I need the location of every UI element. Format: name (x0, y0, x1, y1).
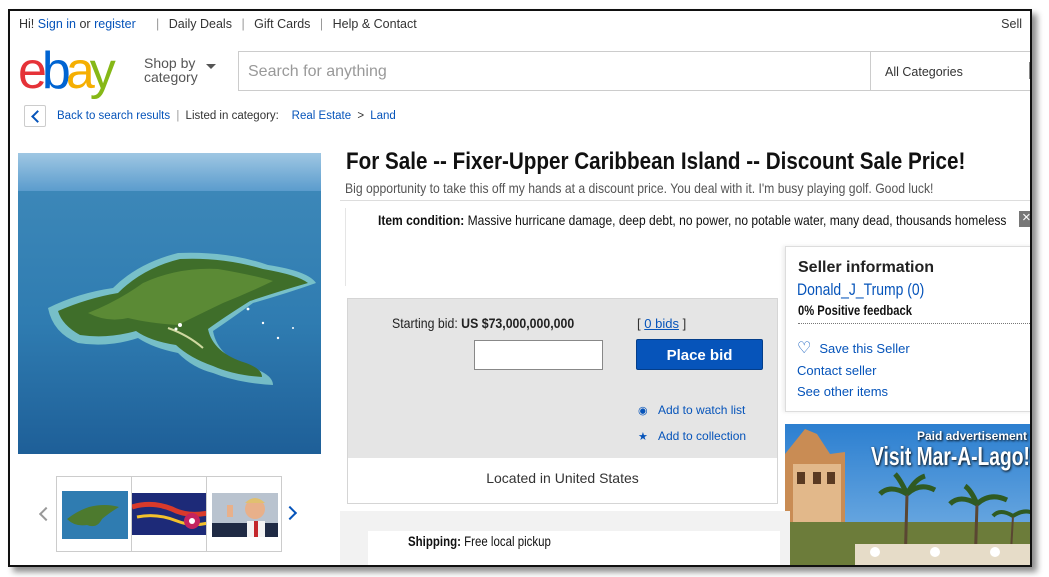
category-real-estate-link[interactable]: Real Estate (292, 110, 351, 122)
shop-by-label: Shop by (144, 55, 196, 71)
breadcrumb-separator: > (357, 110, 365, 122)
bid-amount-input[interactable] (474, 340, 603, 370)
logo-letter: b (41, 42, 71, 100)
condition-label: Item condition: (378, 212, 465, 228)
starting-bid: Starting bid: US $73,000,000,000 (392, 315, 574, 331)
thumbs-next-icon[interactable] (282, 505, 298, 521)
item-subtitle: Big opportunity to take this off my hand… (345, 180, 934, 196)
logo-letter: e (18, 42, 47, 100)
thumbnail-hurricane-map[interactable] (131, 476, 207, 552)
bid-count: [ 0 bids ] (637, 316, 686, 331)
add-to-watch-list-link[interactable]: ◉ Add to watch list (638, 403, 745, 417)
starting-bid-label: Starting bid: (392, 315, 458, 331)
divider (340, 200, 1030, 201)
logo-letter: y (89, 42, 116, 100)
chevron-down-icon (206, 64, 216, 69)
shipping-label: Shipping: (408, 533, 461, 549)
seller-info-panel: Seller information Donald_J_Trump (0) 0%… (785, 246, 1030, 412)
sell-link[interactable]: Sell (1001, 17, 1022, 31)
gift-cards-link[interactable]: Gift Cards (254, 17, 310, 31)
ad-headline: Visit Mar-A-Lago! (871, 441, 1030, 471)
back-to-results-link[interactable]: Back to search results (57, 110, 170, 122)
item-condition: Item condition: Massive hurricane damage… (378, 212, 1006, 228)
greeting: Hi! Sign in or register (19, 17, 136, 31)
or-text: or (79, 17, 91, 31)
category-select[interactable]: All Categories (870, 51, 1030, 91)
heart-icon: ♡ (797, 340, 812, 357)
browser-frame: Hi! Sign in or register | Daily Deals | … (8, 9, 1032, 567)
dropdown-arrow-icon[interactable] (1029, 62, 1030, 79)
back-arrow-icon[interactable] (24, 105, 46, 127)
daily-deals-link[interactable]: Daily Deals (169, 17, 232, 31)
divider (798, 323, 1030, 324)
category-select-value: All Categories (885, 65, 963, 79)
watch-label: Add to watch list (658, 403, 746, 417)
separator: | (176, 110, 180, 122)
item-title: For Sale -- Fixer-Upper Caribbean Island… (346, 148, 966, 175)
ebay-logo[interactable]: ebay (18, 45, 138, 97)
seller-feedback: 0% Positive feedback (798, 302, 912, 318)
shipping-value: Free local pickup (464, 533, 551, 549)
close-icon[interactable] (1019, 209, 1030, 227)
place-bid-button[interactable]: Place bid (636, 339, 763, 370)
top-nav: Hi! Sign in or register | Daily Deals | … (10, 11, 1030, 39)
bracket: [ (637, 316, 641, 331)
top-links: | Daily Deals | Gift Cards | Help & Cont… (150, 17, 417, 31)
category-land-link[interactable]: Land (370, 110, 396, 122)
seller-info-heading: Seller information (798, 259, 935, 276)
thumbs-prev-icon[interactable] (38, 506, 54, 522)
greeting-text: Hi! (19, 17, 35, 31)
logo-letter: a (65, 42, 95, 100)
advertisement[interactable]: Paid advertisement Visit Mar-A-Lago! (785, 424, 1030, 565)
star-icon: ★ (638, 431, 648, 443)
shipping-info: Shipping: Free local pickup (408, 533, 551, 549)
thumbnail-island[interactable] (56, 476, 132, 552)
save-seller-link[interactable]: ♡ Save this Seller (797, 338, 910, 358)
separator: | (319, 17, 324, 31)
thumbnail-portrait[interactable] (206, 476, 282, 552)
seller-name-link[interactable]: Donald_J_Trump (0) (797, 280, 924, 300)
separator: | (156, 17, 160, 31)
bracket: ] (682, 316, 687, 331)
add-to-collection-link[interactable]: ★ Add to collection (638, 429, 746, 443)
separator: | (241, 17, 245, 31)
category-label: category (144, 69, 198, 85)
bids-link[interactable]: 0 bids (644, 316, 679, 331)
shop-by-category-button[interactable]: Shop by category (144, 55, 216, 85)
save-seller-label: Save this Seller (819, 341, 910, 356)
register-link[interactable]: register (94, 17, 136, 31)
eye-icon: ◉ (638, 405, 648, 417)
item-location: Located in United States (347, 458, 778, 504)
main-item-image[interactable] (18, 153, 321, 454)
contact-seller-link[interactable]: Contact seller (797, 363, 876, 378)
collection-label: Add to collection (658, 429, 747, 443)
listed-in-label: Listed in category: (185, 110, 279, 122)
starting-bid-value: US $73,000,000,000 (461, 315, 575, 331)
help-contact-link[interactable]: Help & Contact (333, 17, 417, 31)
see-other-items-link[interactable]: See other items (797, 384, 888, 399)
sign-in-link[interactable]: Sign in (38, 17, 76, 31)
search-input[interactable]: Search for anything (238, 51, 871, 91)
condition-value: Massive hurricane damage, deep debt, no … (467, 212, 1007, 228)
